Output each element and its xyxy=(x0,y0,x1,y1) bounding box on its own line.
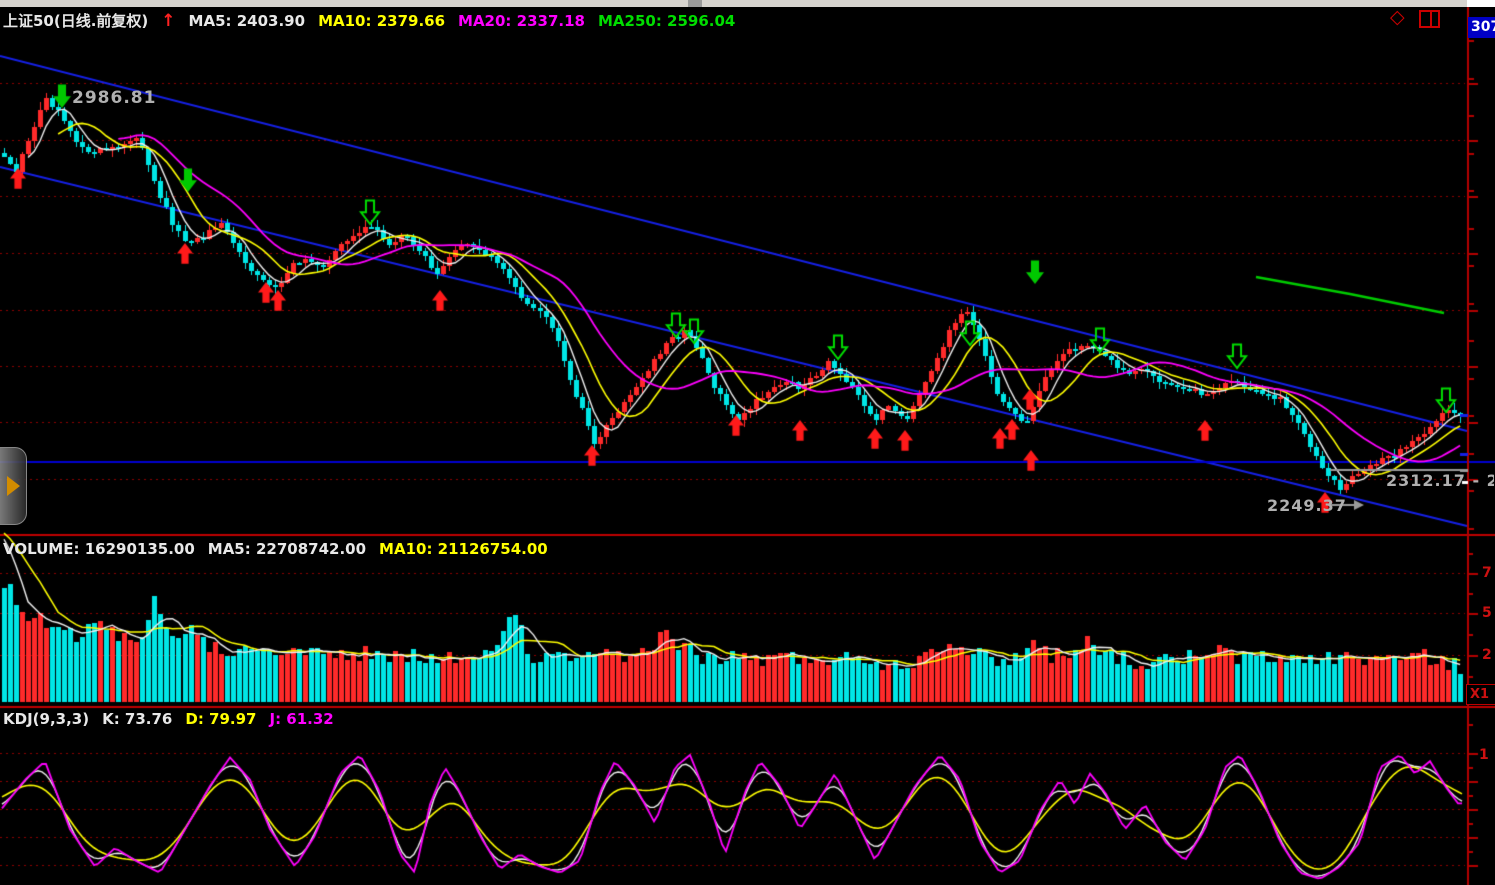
ma10-value: MA10: 2379.66 xyxy=(318,12,445,30)
top-window-strip xyxy=(0,0,1495,7)
expand-triangle-icon xyxy=(7,476,20,496)
ma5-value: MA5: 2403.90 xyxy=(189,12,306,30)
kdj-axis-tick: 1 xyxy=(1479,747,1489,763)
volume-axis-tick: 5 xyxy=(1482,605,1492,621)
kdj-k-value: K: 73.76 xyxy=(102,710,172,728)
volume-axis-tick: 2 xyxy=(1482,647,1492,663)
volume-multiplier-box: X1 xyxy=(1466,684,1495,705)
volume-value: VOLUME: 16290135.00 xyxy=(3,540,195,558)
kdj-header: KDJ(9,3,3) K: 73.76 D: 79.97 J: 61.32 xyxy=(3,710,334,728)
top-strip-corner xyxy=(1467,0,1495,7)
diamond-tool-icon[interactable]: ◇ xyxy=(1390,6,1405,28)
price-axis-top-value: 307 xyxy=(1468,17,1495,38)
kdj-label: KDJ(9,3,3) xyxy=(3,710,89,728)
stock-title: 上证50(日线.前复权) xyxy=(3,10,148,31)
top-strip-notch xyxy=(688,0,702,7)
main-chart-header: 上证50(日线.前复权) ↑ MA5: 2403.90 MA10: 2379.6… xyxy=(3,10,735,31)
volume-ma10-value: MA10: 21126754.00 xyxy=(379,540,548,558)
low-price-label: 2249.37 xyxy=(1267,496,1347,515)
kdj-d-value: D: 79.97 xyxy=(185,710,256,728)
chart-canvas[interactable] xyxy=(0,0,1495,885)
peak-price-label: 2986.81 xyxy=(72,88,156,108)
split-screen-divider xyxy=(1430,12,1432,26)
tdx-chart-window: 上证50(日线.前复权) ↑ MA5: 2403.90 MA10: 2379.6… xyxy=(0,0,1495,885)
panel-expand-handle[interactable] xyxy=(0,447,27,525)
price-range-label: 2312.17 - 2 xyxy=(1386,471,1494,490)
trend-up-arrow-icon: ↑ xyxy=(161,11,175,31)
ma250-value: MA250: 2596.04 xyxy=(598,12,735,30)
volume-ma5-value: MA5: 22708742.00 xyxy=(208,540,366,558)
ma20-value: MA20: 2337.18 xyxy=(458,12,585,30)
split-screen-icon[interactable] xyxy=(1419,10,1440,28)
volume-axis-tick: 7 xyxy=(1482,565,1492,581)
volume-header: VOLUME: 16290135.00 MA5: 22708742.00 MA1… xyxy=(3,540,548,558)
kdj-j-value: J: 61.32 xyxy=(270,710,334,728)
